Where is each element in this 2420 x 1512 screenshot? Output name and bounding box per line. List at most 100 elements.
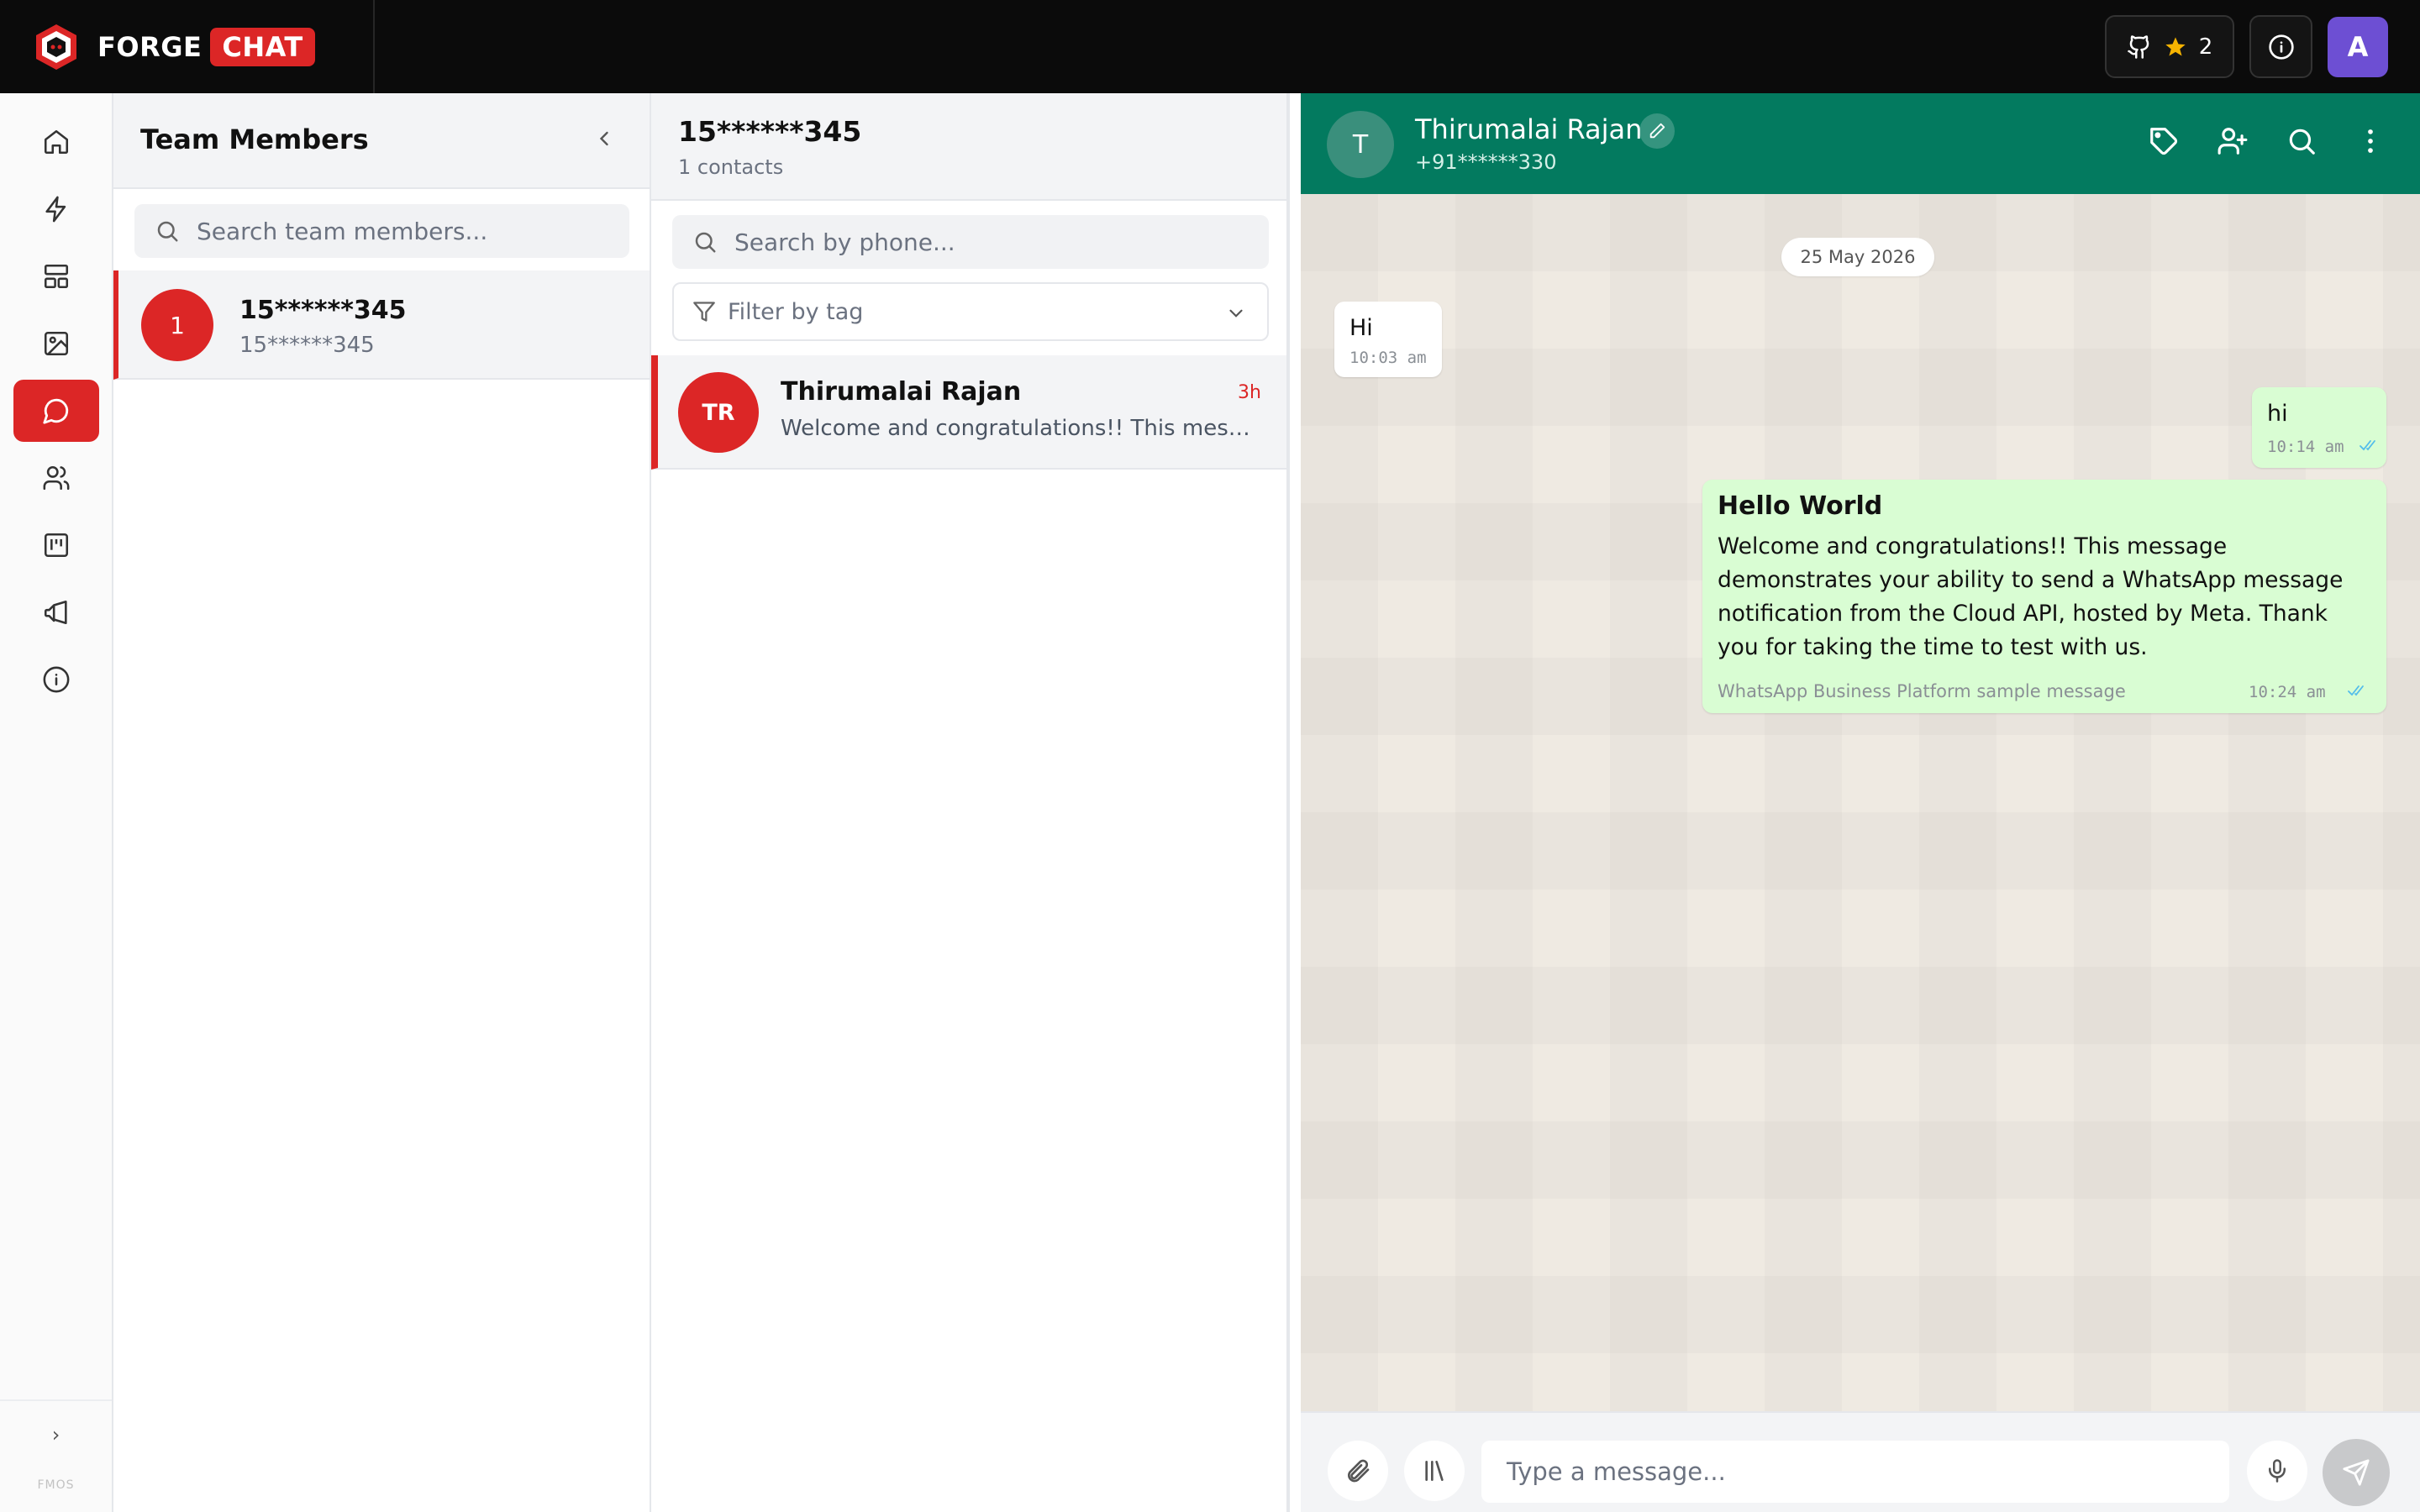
top-bar: FORGE CHAT 2 A	[0, 0, 2420, 93]
filter-icon	[693, 302, 715, 322]
kanban-icon	[44, 533, 69, 558]
lightning-icon	[45, 196, 66, 223]
team-panel-header: Team Members	[113, 93, 650, 189]
phone-search-placeholder: Search by phone...	[734, 228, 955, 256]
message-input[interactable]: Type a message...	[1481, 1441, 2229, 1503]
github-star-button[interactable]: 2	[2105, 15, 2234, 78]
brand[interactable]: FORGE CHAT	[0, 0, 375, 93]
chat-bubble-icon	[43, 398, 69, 424]
nav-chat[interactable]	[13, 380, 99, 442]
chat-contact-name[interactable]: Thirumalai Rajan	[1415, 113, 1642, 145]
image-icon	[44, 331, 69, 356]
chat-contact-avatar[interactable]: T	[1327, 111, 1394, 178]
chat-window: T Thirumalai Rajan +91******330 25 May 2…	[1301, 93, 2420, 1512]
library-icon	[1425, 1461, 1444, 1481]
chat-header: T Thirumalai Rajan +91******330	[1301, 93, 2420, 194]
nav-media[interactable]	[13, 312, 99, 375]
microphone-icon	[2269, 1459, 2286, 1483]
attach-button[interactable]	[1328, 1441, 1388, 1501]
star-icon	[2165, 36, 2186, 55]
team-search-input[interactable]: Search team members...	[134, 204, 629, 258]
send-icon	[2343, 1459, 2370, 1486]
team-panel-title: Team Members	[140, 123, 369, 155]
tag-filter-select[interactable]: Filter by tag	[672, 282, 1269, 341]
read-receipt-icon	[2360, 440, 2375, 451]
star-count: 2	[2198, 34, 2213, 60]
contact-last-message: Welcome and congratulations!! This messa…	[781, 416, 1260, 441]
search-icon	[157, 221, 178, 242]
contact-time: 3h	[1238, 382, 1261, 403]
contacts-panel: 15******345 1 contacts Search by phone..…	[651, 93, 1290, 1512]
tag-filter-placeholder: Filter by tag	[728, 298, 864, 325]
voice-note-button[interactable]	[2247, 1441, 2307, 1501]
user-avatar[interactable]: A	[2328, 16, 2388, 77]
message-time: 10:24 am	[2249, 683, 2326, 701]
send-button[interactable]	[2323, 1439, 2390, 1506]
nav-campaigns[interactable]	[13, 581, 99, 643]
nav-automation[interactable]	[13, 178, 99, 240]
message-text: hi	[2267, 401, 2288, 427]
chat-wallpaper	[1301, 194, 2420, 1411]
users-icon	[43, 465, 70, 491]
pencil-icon	[1649, 123, 1665, 139]
phone-search-input[interactable]: Search by phone...	[672, 215, 1269, 269]
contact-avatar: TR	[678, 372, 759, 453]
message-composer: Type a message...	[1301, 1411, 2420, 1512]
template-library-button[interactable]	[1404, 1441, 1465, 1501]
top-actions: 2 A	[2105, 15, 2388, 78]
message-footer: WhatsApp Business Platform sample messag…	[1718, 681, 2126, 701]
brand-name-chat: CHAT	[210, 27, 315, 66]
tag-icon[interactable]	[2148, 125, 2180, 157]
message-title: Hello World	[1718, 491, 1883, 521]
message-time: 10:14 am	[2267, 438, 2344, 456]
nav-about[interactable]	[13, 648, 99, 711]
date-separator: 25 May 2026	[1781, 238, 1934, 276]
team-members-panel: Team Members Search team members... 1 15…	[113, 93, 651, 1512]
contact-list-item[interactable]: TR Thirumalai Rajan 3h Welcome and congr…	[651, 355, 1286, 470]
forge-logo-icon	[36, 24, 76, 70]
member-phone: 15******345	[239, 333, 375, 358]
member-avatar: 1	[141, 289, 213, 361]
team-search-placeholder: Search team members...	[197, 217, 488, 245]
nav-board[interactable]	[13, 514, 99, 576]
nav-home[interactable]	[13, 111, 99, 173]
info-circle-icon	[43, 666, 70, 693]
chevron-left-icon	[599, 131, 608, 146]
collapse-panel-button[interactable]	[592, 127, 616, 154]
chevron-down-icon	[1229, 309, 1243, 318]
chat-contact-phone: +91******330	[1415, 150, 1557, 174]
contacts-header: 15******345 1 contacts	[651, 93, 1286, 201]
more-options-icon[interactable]	[2354, 125, 2386, 157]
message-input-placeholder: Type a message...	[1507, 1457, 1726, 1486]
edit-contact-button[interactable]	[1639, 113, 1675, 149]
paperclip-icon	[1348, 1459, 1370, 1483]
layout-icon	[44, 264, 69, 289]
left-nav-rail: › FMOS	[0, 93, 113, 1512]
github-icon	[2127, 34, 2149, 59]
message-text: Welcome and congratulations!! This messa…	[1718, 533, 2344, 660]
info-button[interactable]	[2249, 15, 2312, 78]
nav-templates[interactable]	[13, 245, 99, 307]
read-receipt-icon	[2348, 685, 2364, 696]
expand-sidebar-button[interactable]: ›	[0, 1423, 112, 1446]
team-member-row[interactable]: 1 15******345 15******345	[113, 270, 650, 380]
incoming-message: Hi 10:03 am	[1334, 302, 1442, 377]
outgoing-message: hi 10:14 am	[2252, 387, 2386, 468]
home-icon	[44, 129, 69, 155]
brand-name-forge: FORGE	[97, 30, 203, 63]
contacts-title: 15******345	[678, 115, 862, 148]
chat-header-actions	[2148, 125, 2386, 157]
search-icon[interactable]	[2286, 125, 2317, 157]
megaphone-icon	[44, 600, 67, 625]
fmos-label: FMOS	[37, 1478, 75, 1492]
outgoing-template-message: Hello World Welcome and congratulations!…	[1702, 480, 2386, 713]
contacts-count: 1 contacts	[678, 155, 784, 179]
search-icon	[695, 232, 716, 253]
rail-footer: › FMOS	[0, 1399, 112, 1512]
info-icon	[2268, 34, 2294, 60]
nav-contacts[interactable]	[13, 447, 99, 509]
contact-name: Thirumalai Rajan	[781, 377, 1022, 407]
add-user-icon[interactable]	[2217, 125, 2249, 157]
message-text: Hi	[1349, 315, 1373, 341]
message-time: 10:03 am	[1349, 349, 1427, 367]
